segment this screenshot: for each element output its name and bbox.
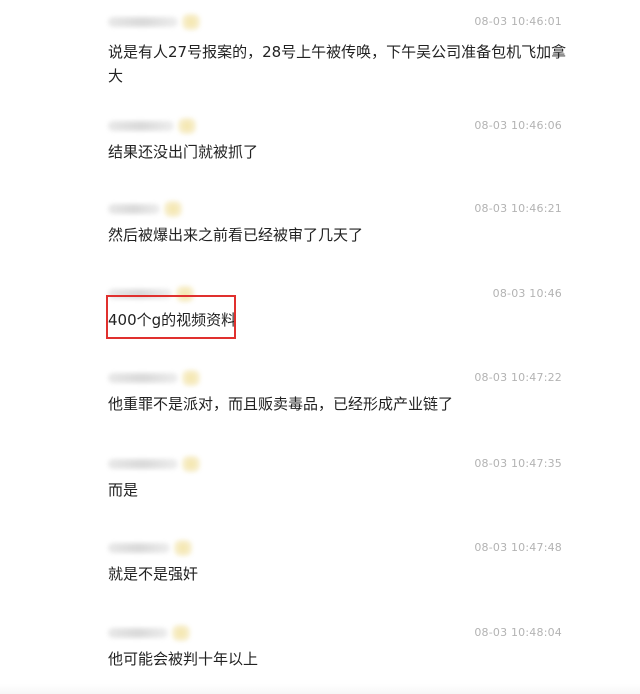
avatar	[182, 456, 200, 472]
sender-name-blurred	[108, 118, 196, 134]
blurred-username	[108, 543, 170, 553]
avatar	[182, 370, 200, 386]
timestamp: 08-03 10:46	[492, 287, 562, 300]
avatar	[174, 540, 192, 556]
sender-name-blurred	[108, 540, 192, 556]
avatar	[178, 118, 196, 134]
timestamp: 08-03 10:47:48	[474, 541, 562, 554]
comment-text: 就是不是强奸	[108, 565, 199, 583]
timestamp: 08-03 10:47:22	[474, 371, 562, 384]
blurred-username	[108, 628, 168, 638]
comment-list: 08-03 10:46:01 说是有人27号报案的，28号上午被传唤，下午吴公司…	[0, 0, 640, 694]
comment-text: 然后被爆出来之前看已经被审了几天了	[108, 226, 364, 244]
sender-name-blurred	[108, 625, 190, 641]
comment-text: 而是	[108, 481, 139, 499]
highlight-box	[106, 295, 236, 339]
sender-name-blurred	[108, 456, 200, 472]
sender-name-blurred	[108, 370, 200, 386]
timestamp: 08-03 10:46:01	[474, 15, 562, 28]
avatar	[172, 625, 190, 641]
timestamp: 08-03 10:47:35	[474, 457, 562, 470]
blurred-username	[108, 373, 178, 383]
comment-text: 说是有人27号报案的，28号上午被传唤，下午吴公司准备包机飞加拿大	[108, 43, 567, 85]
timestamp: 08-03 10:46:21	[474, 202, 562, 215]
blurred-username	[108, 17, 178, 27]
timestamp: 08-03 10:48:04	[474, 626, 562, 639]
comment-text: 他重罪不是派对，而且贩卖毒品，已经形成产业链了	[108, 395, 454, 413]
avatar	[164, 201, 182, 217]
comment-text: 他可能会被判十年以上	[108, 650, 259, 668]
bottom-fade	[0, 684, 640, 694]
blurred-username	[108, 121, 174, 131]
comment-text: 结果还没出门就被抓了	[108, 143, 259, 161]
blurred-username	[108, 204, 160, 214]
sender-name-blurred	[108, 14, 200, 30]
blurred-username	[108, 459, 178, 469]
sender-name-blurred	[108, 201, 182, 217]
avatar	[182, 14, 200, 30]
timestamp: 08-03 10:46:06	[474, 119, 562, 132]
